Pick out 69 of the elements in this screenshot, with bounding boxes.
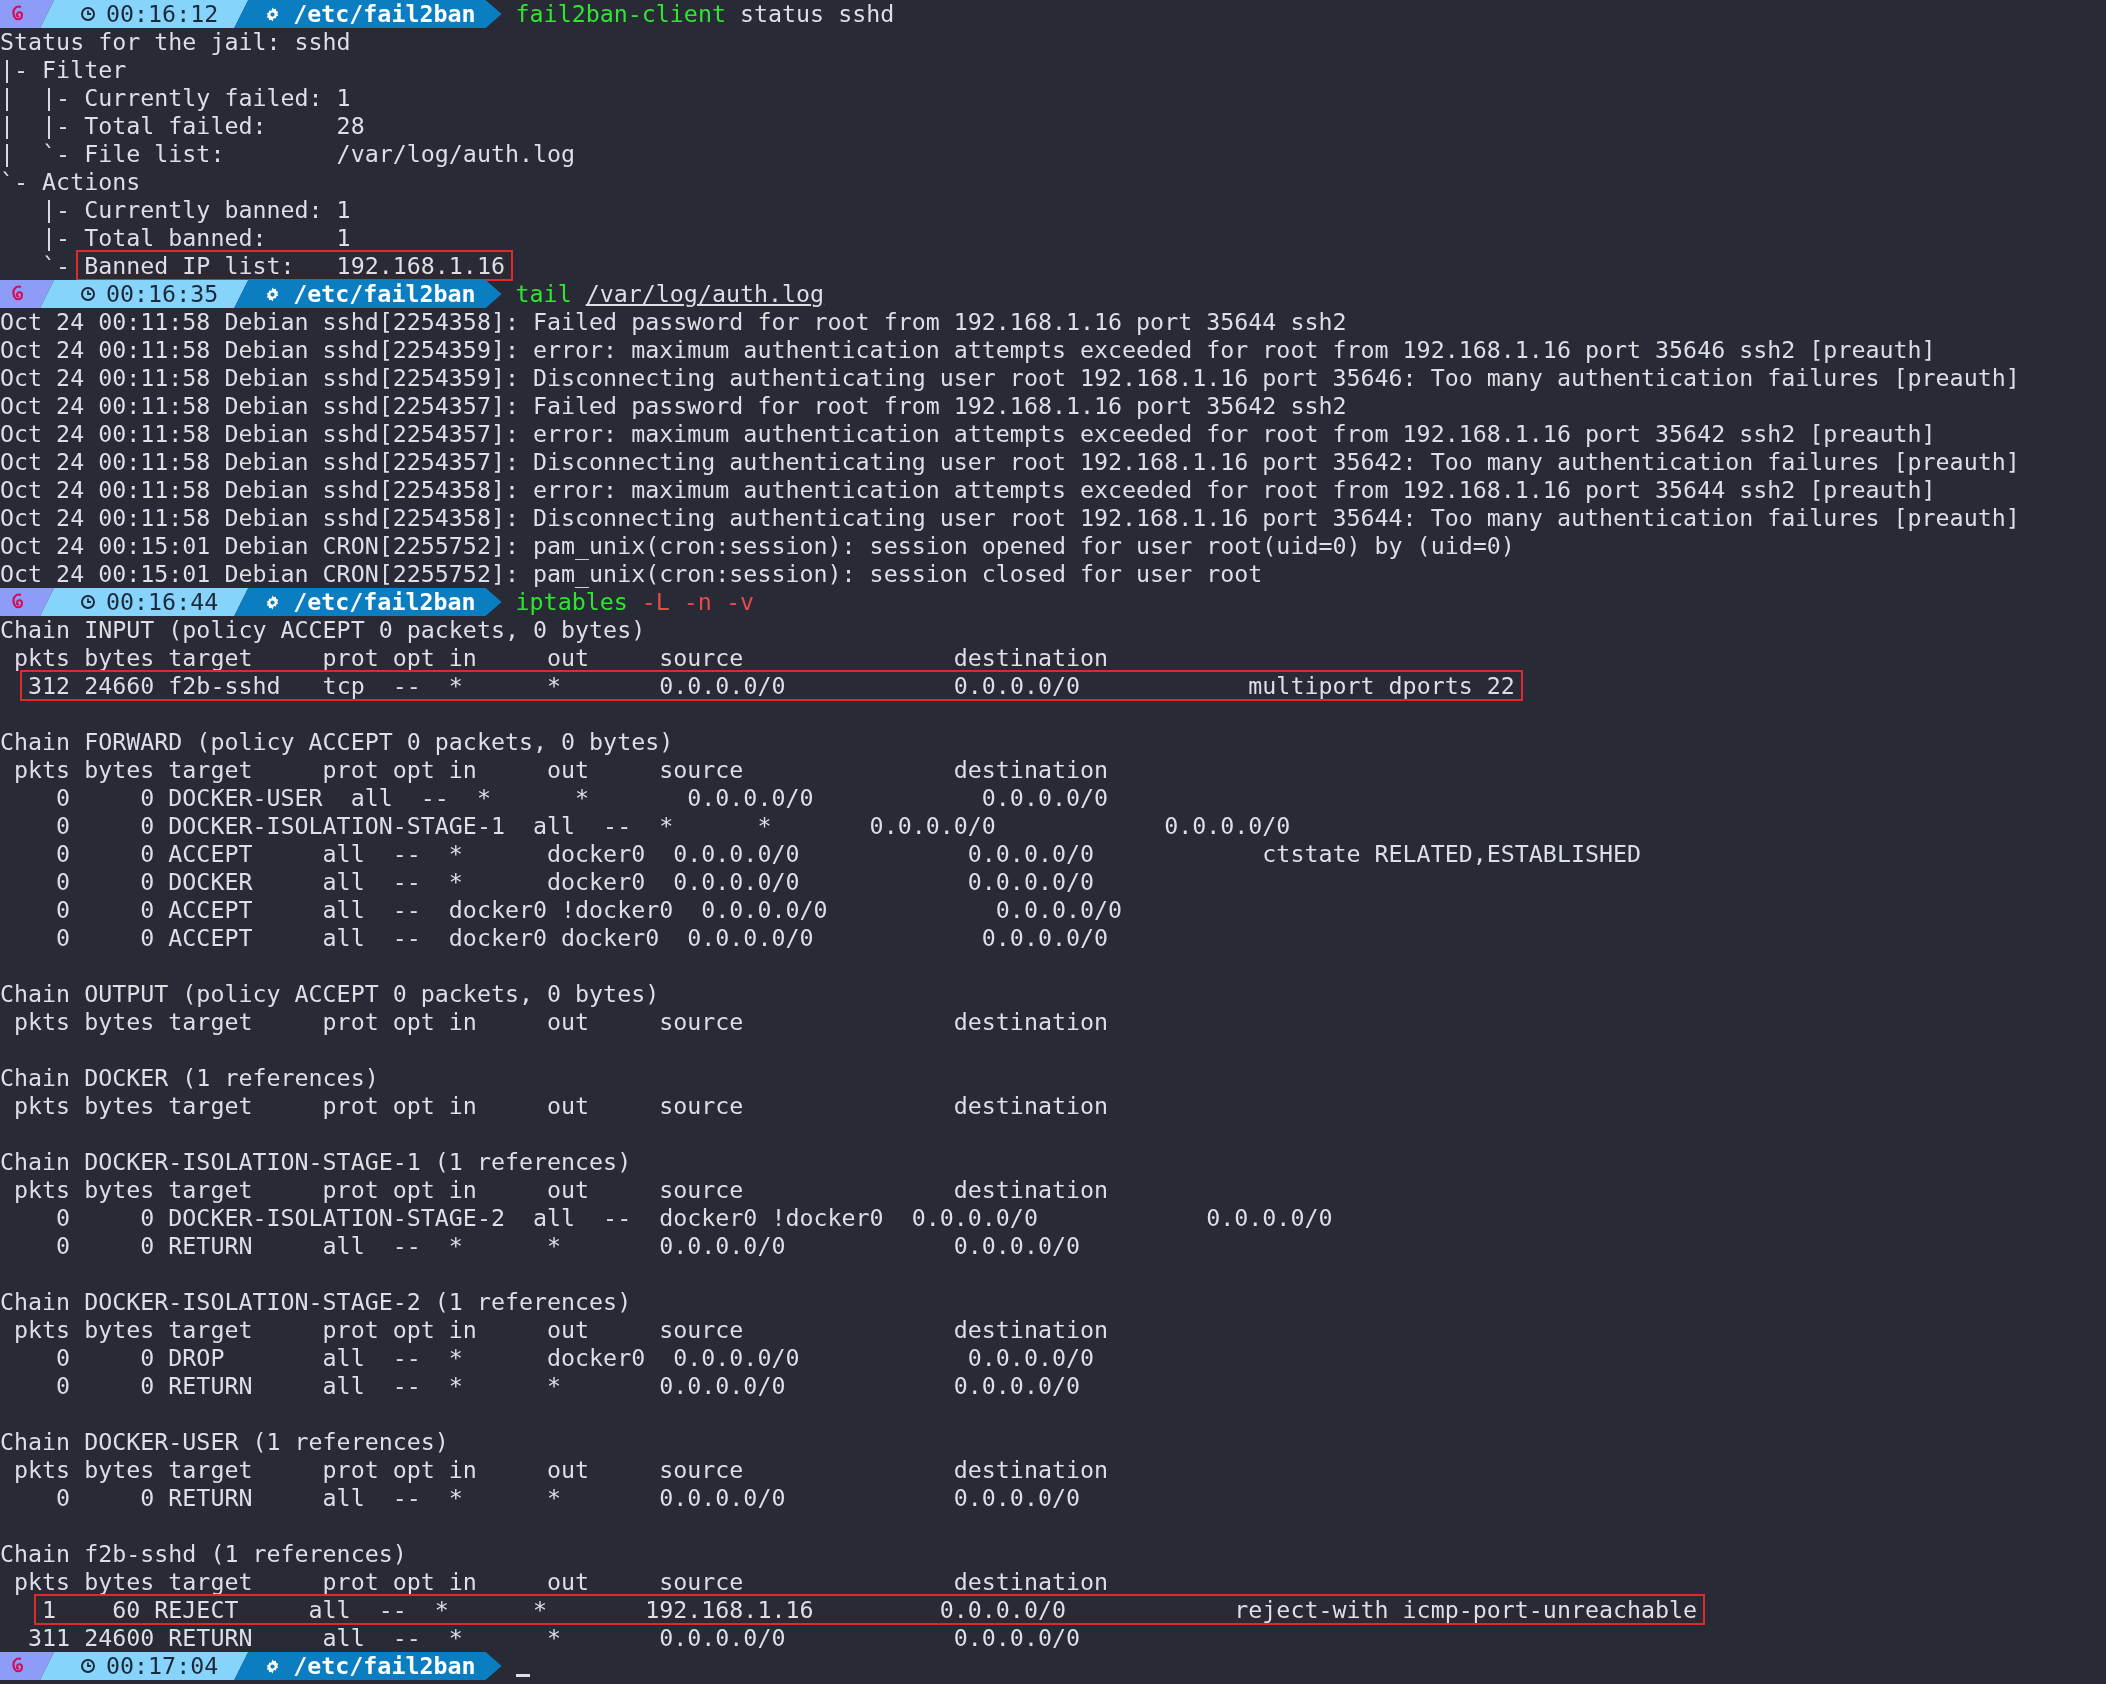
command-argument: -n — [683, 588, 712, 616]
terminal-line: Chain DOCKER-USER (1 references) — [0, 1428, 450, 1456]
terminal-line: Oct 24 00:11:58 Debian sshd[2254358]: Disconnecting authenticating user root 192.168.1.16 port 35644: Too many authentication failures [preauth] — [0, 504, 2021, 532]
terminal-line: Chain FORWARD (policy ACCEPT 0 packets, 0 bytes) — [0, 728, 675, 756]
command-argument: -v — [725, 588, 754, 616]
terminal-line: Oct 24 00:15:01 Debian CRON[2255752]: pam_unix(cron:session): session closed for user root — [0, 560, 1264, 588]
terminal-line: Oct 24 00:11:58 Debian sshd[2254357]: Failed password for root from 192.168.1.16 port 35642 ssh2 — [0, 392, 1348, 420]
terminal-line: 0 0 ACCEPT all -- * docker0 0.0.0.0/0 0.0.0.0/0 ctstate RELATED,ESTABLISHED — [55, 840, 1643, 868]
command-argument: /var/log/auth.log — [585, 280, 825, 308]
terminal-line: 0 0 DROP all -- * docker0 0.0.0.0/0 0.0.0.0/0 — [55, 1344, 1096, 1372]
terminal-line: Chain INPUT (policy ACCEPT 0 packets, 0 bytes) — [0, 616, 647, 644]
prompt-path: /etc/fail2ban — [293, 1652, 476, 1680]
terminal-line: 0 0 DOCKER-ISOLATION-STAGE-1 all -- * * 0.0.0.0/0 0.0.0.0/0 — [55, 812, 1292, 840]
terminal-line: Chain DOCKER-ISOLATION-STAGE-2 (1 references) — [0, 1288, 633, 1316]
terminal-line: Chain f2b-sshd (1 references) — [0, 1540, 408, 1568]
clock-icon — [80, 6, 96, 22]
terminal-line: 0 0 DOCKER all -- * docker0 0.0.0.0/0 0.0.0.0/0 — [55, 868, 1096, 896]
terminal-line: `- Actions — [0, 168, 142, 196]
command-name: tail — [515, 280, 572, 308]
prompt-time: 00:16:44 — [106, 588, 219, 616]
terminal-line: Oct 24 00:11:58 Debian sshd[2254359]: error: maximum authentication attempts exceeded for root from 192.168.1.16 port 35646 ssh2 [preauth] — [0, 336, 1937, 364]
terminal-line: pkts bytes target prot opt in out source destination — [13, 1092, 1110, 1120]
terminal-line: |- Filter — [0, 56, 128, 84]
clock-icon — [80, 594, 96, 610]
terminal-line: Oct 24 00:15:01 Debian CRON[2255752]: pam_unix(cron:session): session opened for user root(uid=0) by (uid=0) — [0, 532, 1516, 560]
terminal-line: `- — [41, 252, 72, 279]
terminal-line: Chain DOCKER-ISOLATION-STAGE-1 (1 references) — [0, 1148, 633, 1176]
terminal-line: 311 24600 RETURN all -- * * 0.0.0.0/0 0.0.0.0/0 — [27, 1624, 1081, 1652]
command-argument: status sshd — [739, 0, 895, 28]
terminal-line: Chain DOCKER (1 references) — [0, 1064, 380, 1092]
terminal-line: Oct 24 00:11:58 Debian sshd[2254357]: Disconnecting authenticating user root 192.168.1.16 port 35642: Too many authentication failures [preauth] — [0, 448, 2021, 476]
command-name: iptables — [515, 588, 628, 616]
terminal-line: 0 0 RETURN all -- * * 0.0.0.0/0 0.0.0.0/0 — [55, 1484, 1081, 1512]
terminal-line: | `- File list: /var/log/auth.log — [0, 140, 577, 168]
highlighted-text: 1 60 REJECT all -- * * 192.168.1.16 0.0.0.0/0 reject-with icmp-port-unreachable — [34, 1594, 1706, 1625]
prompt-time: 00:17:04 — [106, 1652, 219, 1680]
terminal-line: pkts bytes target prot opt in out source destination — [13, 1568, 1110, 1596]
prompt-time: 00:16:35 — [106, 280, 219, 308]
terminal-line: Oct 24 00:11:58 Debian sshd[2254358]: Failed password for root from 192.168.1.16 port 35644 ssh2 — [0, 308, 1348, 336]
terminal-line: pkts bytes target prot opt in out source destination — [13, 1176, 1110, 1204]
terminal-line: |- Currently banned: 1 — [41, 196, 352, 224]
command-name: fail2ban-client — [515, 0, 726, 28]
terminal-line: Status for the jail: sshd — [0, 28, 352, 56]
terminal-line: | |- Currently failed: 1 — [0, 84, 352, 112]
terminal-line: 0 0 ACCEPT all -- docker0 !docker0 0.0.0.0/0 0.0.0.0/0 — [55, 896, 1124, 924]
terminal-line: 0 0 ACCEPT all -- docker0 docker0 0.0.0.0/0 0.0.0.0/0 — [55, 924, 1110, 952]
prompt-path: /etc/fail2ban — [293, 280, 476, 308]
terminal-line: Oct 24 00:11:58 Debian sshd[2254357]: error: maximum authentication attempts exceeded for root from 192.168.1.16 port 35642 ssh2 [preauth] — [0, 420, 1937, 448]
terminal-line: pkts bytes target prot opt in out source destination — [13, 756, 1110, 784]
terminal-line: pkts bytes target prot opt in out source destination — [13, 644, 1110, 672]
terminal-line: Chain OUTPUT (policy ACCEPT 0 packets, 0 bytes) — [0, 980, 661, 1008]
terminal-line: 0 0 RETURN all -- * * 0.0.0.0/0 0.0.0.0/0 — [55, 1372, 1081, 1400]
terminal-line: | |- Total failed: 28 — [0, 112, 366, 140]
terminal-line: |- Total banned: 1 — [41, 224, 352, 252]
terminal-line: pkts bytes target prot opt in out source destination — [13, 1008, 1110, 1036]
terminal-line: 0 0 RETURN all -- * * 0.0.0.0/0 0.0.0.0/0 — [55, 1232, 1081, 1260]
clock-icon — [80, 1658, 96, 1674]
terminal-line: 0 0 DOCKER-USER all -- * * 0.0.0.0/0 0.0.0.0/0 — [55, 784, 1110, 812]
prompt-path: /etc/fail2ban — [293, 0, 476, 28]
prompt-path: /etc/fail2ban — [293, 588, 476, 616]
clock-icon — [80, 286, 96, 302]
terminal-line: pkts bytes target prot opt in out source destination — [13, 1456, 1110, 1484]
prompt-time: 00:16:12 — [106, 0, 219, 28]
highlighted-text: 312 24660 f2b-sshd tcp -- * * 0.0.0.0/0 0.0.0.0/0 multiport dports 22 — [20, 670, 1523, 701]
command-argument: -L — [641, 588, 670, 616]
terminal-line: Oct 24 00:11:58 Debian sshd[2254359]: Disconnecting authenticating user root 192.168.1.16 port 35646: Too many authentication failures [preauth] — [0, 364, 2021, 392]
terminal-line: pkts bytes target prot opt in out source destination — [13, 1316, 1110, 1344]
terminal-line: Oct 24 00:11:58 Debian sshd[2254358]: error: maximum authentication attempts exceeded for root from 192.168.1.16 port 35644 ssh2 [preauth] — [0, 476, 1937, 504]
terminal-line: 0 0 DOCKER-ISOLATION-STAGE-2 all -- docker0 !docker0 0.0.0.0/0 0.0.0.0/0 — [55, 1204, 1334, 1232]
